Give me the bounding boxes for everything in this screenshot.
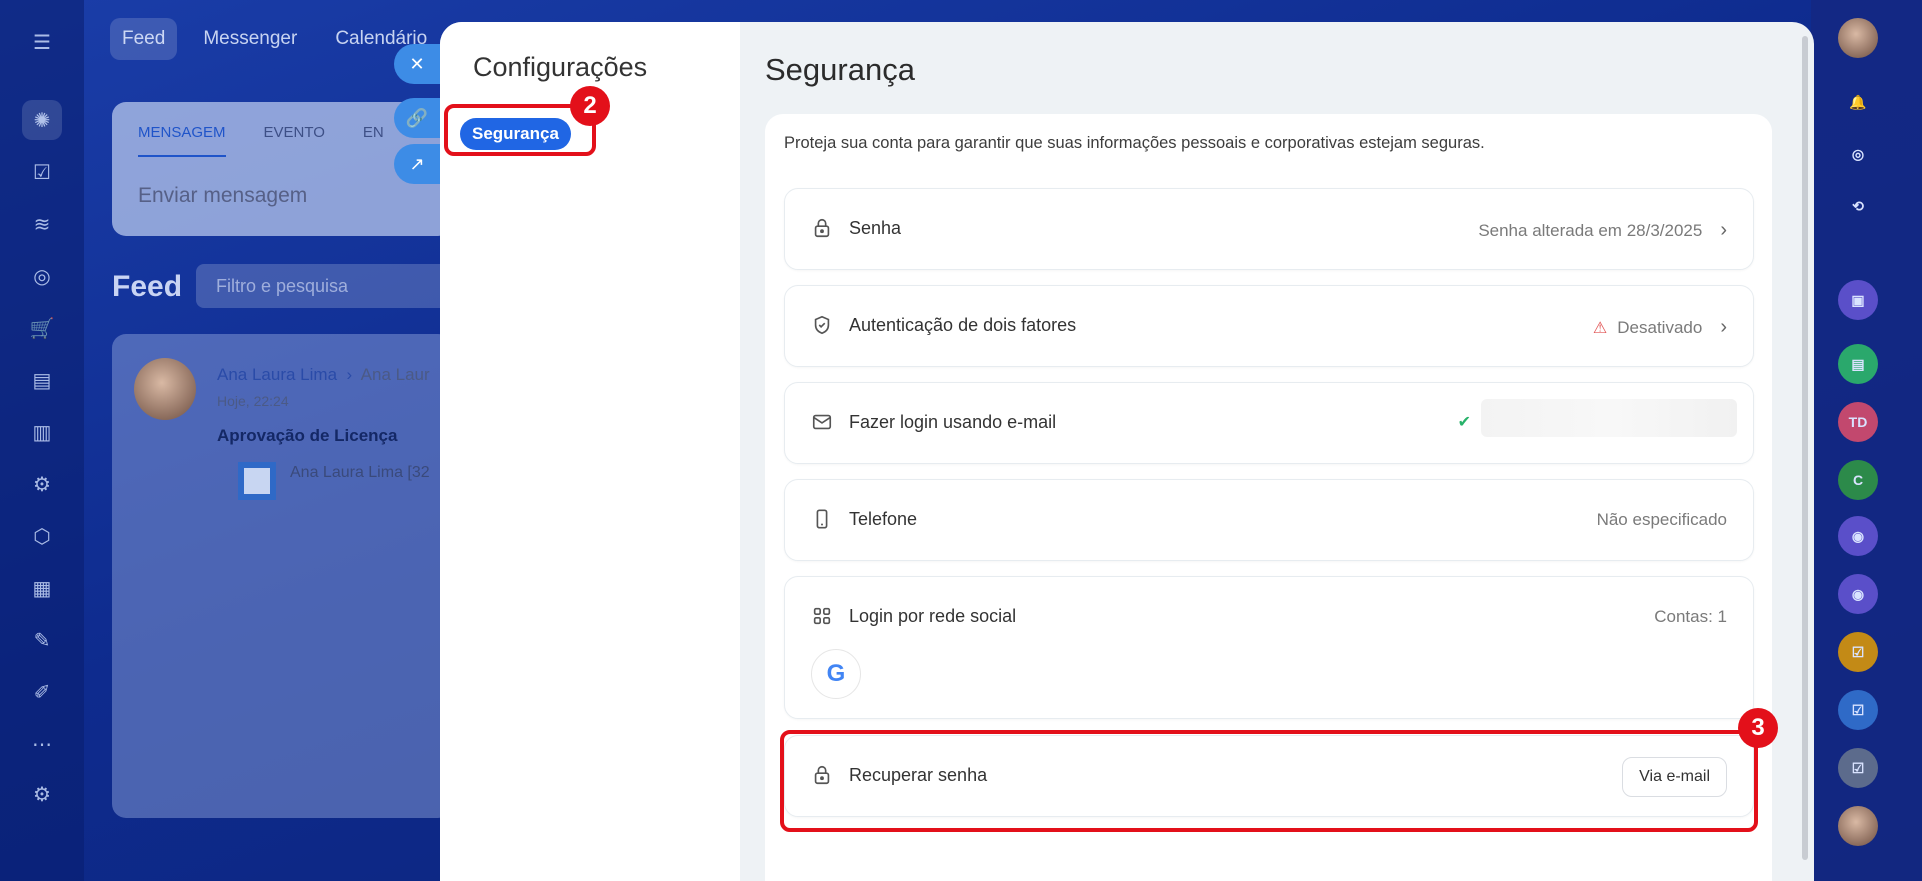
more-icon[interactable]: ⋯: [22, 724, 62, 764]
building-icon[interactable]: ▦: [22, 568, 62, 608]
robot-icon[interactable]: ⚙: [22, 464, 62, 504]
post-card: Ana Laura Lima › Ana Laur Hoje, 22:24 Ap…: [112, 334, 452, 818]
page-title: Segurança: [765, 52, 915, 87]
two-factor-status: ⚠ Desativado ›: [1592, 316, 1727, 338]
copy-link-button[interactable]: 🔗: [394, 98, 440, 138]
two-factor-row[interactable]: Autenticação de dois fatores ⚠ Desativado…: [784, 285, 1754, 367]
settings-title: Configurações: [473, 52, 648, 82]
nav-messenger[interactable]: Messenger: [191, 18, 309, 60]
app-icon: [238, 462, 276, 500]
tab-more[interactable]: EN: [363, 124, 384, 157]
contact-icon[interactable]: ▣: [1838, 280, 1878, 320]
redacted-email: [1481, 399, 1737, 437]
chevron-right-icon: ›: [1720, 219, 1727, 241]
task-chat-icon[interactable]: ☑: [1838, 632, 1878, 672]
bell-icon[interactable]: 🔔: [1838, 82, 1878, 122]
scrollbar[interactable]: [1802, 36, 1808, 860]
document-icon[interactable]: ✐: [22, 672, 62, 712]
warning-icon: ⚠: [1592, 319, 1608, 337]
right-rail: [1811, 0, 1922, 881]
email-login-row[interactable]: Fazer login usando e-mail ✔: [784, 382, 1754, 464]
apps-grid-icon: [811, 605, 833, 627]
link-icon: 🔗: [405, 107, 429, 128]
composer-tabs: MENSAGEM EVENTO EN: [138, 124, 384, 157]
post-line: Ana Laura Lima [32: [290, 464, 430, 481]
settings-icon[interactable]: ⚙: [22, 774, 62, 814]
mail-icon: [811, 411, 833, 433]
close-icon: ✕: [409, 53, 425, 74]
post-author[interactable]: Ana Laura Lima › Ana Laur: [217, 365, 430, 385]
step-marker-2: 2: [570, 86, 610, 126]
composer-input[interactable]: Enviar mensagem: [138, 184, 307, 208]
sign-icon[interactable]: ✎: [22, 620, 62, 660]
top-nav: Feed Messenger Calendário: [110, 18, 439, 60]
phone-icon: [811, 508, 833, 530]
avatar[interactable]: [134, 358, 196, 420]
tab-message[interactable]: MENSAGEM: [138, 124, 226, 157]
shield-icon: [811, 314, 833, 336]
cart-icon[interactable]: 🛒: [22, 308, 62, 348]
chat-sync-icon[interactable]: ⟲: [1838, 186, 1878, 226]
social-login-row[interactable]: Login por rede social Contas: 1 G: [784, 576, 1754, 719]
left-rail: ☰ ✺ ☑ ≋ ◎ 🛒 ▤ ▥ ⚙ ⬡ ▦ ✎ ✐ ⋯ ⚙: [0, 0, 84, 881]
avatar[interactable]: [1838, 806, 1878, 846]
check-circle-icon: ✔: [1457, 414, 1471, 431]
lock-icon: [811, 217, 833, 239]
chevron-right-icon: ›: [1720, 316, 1727, 338]
two-factor-label: Autenticação de dois fatores: [849, 315, 1077, 335]
group-chat-icon[interactable]: ◉: [1838, 516, 1878, 556]
chart-icon[interactable]: ▥: [22, 412, 62, 452]
post-time: Hoje, 22:24: [217, 393, 289, 409]
email-login-label: Fazer login usando e-mail: [849, 412, 1057, 432]
user-avatar[interactable]: [1838, 18, 1878, 58]
step-marker-3: 3: [1738, 708, 1778, 748]
social-login-label: Login por rede social: [849, 606, 1017, 626]
avatar-td[interactable]: TD: [1838, 402, 1878, 442]
highlight-recover-password: [780, 730, 1758, 832]
password-row[interactable]: Senha Senha alterada em 28/3/2025 ›: [784, 188, 1754, 270]
phone-value: Não especificado: [1596, 510, 1727, 529]
close-button[interactable]: ✕: [394, 44, 440, 84]
copilot-icon[interactable]: ◎: [1838, 134, 1878, 174]
password-label: Senha: [849, 218, 902, 238]
security-intro: Proteja sua conta para garantir que suas…: [784, 134, 1485, 152]
id-card-icon[interactable]: ▤: [22, 360, 62, 400]
phone-row[interactable]: Telefone Não especificado: [784, 479, 1754, 561]
settings-panel: Configurações Segurança 2 Segurança Prot…: [440, 22, 1814, 881]
task-chat-icon[interactable]: ☑: [1838, 748, 1878, 788]
avatar-c[interactable]: C: [1838, 460, 1878, 500]
task-chat-icon[interactable]: ☑: [1838, 690, 1878, 730]
external-link-icon: ↗: [409, 153, 425, 174]
tab-event[interactable]: EVENTO: [264, 124, 325, 157]
google-icon[interactable]: G: [811, 649, 861, 699]
group-chat-icon[interactable]: ◉: [1838, 574, 1878, 614]
sheet-icon[interactable]: ▤: [1838, 344, 1878, 384]
social-login-count: Contas: 1: [1654, 607, 1727, 626]
menu-icon[interactable]: ☰: [22, 22, 62, 62]
post-subject: Aprovação de Licença: [217, 426, 398, 445]
feed-title: Feed: [112, 270, 183, 303]
target-icon[interactable]: ◎: [22, 256, 62, 296]
tasks-icon[interactable]: ☑: [22, 152, 62, 192]
feed-filter-input[interactable]: Filtro e pesquisa: [196, 264, 456, 308]
open-new-window-button[interactable]: ↗: [394, 144, 440, 184]
nav-feed[interactable]: Feed: [110, 18, 178, 60]
email-login-value: ✔: [1457, 399, 1737, 437]
box-icon[interactable]: ⬡: [22, 516, 62, 556]
password-value: Senha alterada em 28/3/2025 ›: [1478, 219, 1727, 241]
crm-icon[interactable]: ≋: [22, 204, 62, 244]
phone-label: Telefone: [849, 509, 918, 529]
feed-icon[interactable]: ✺: [22, 100, 62, 140]
